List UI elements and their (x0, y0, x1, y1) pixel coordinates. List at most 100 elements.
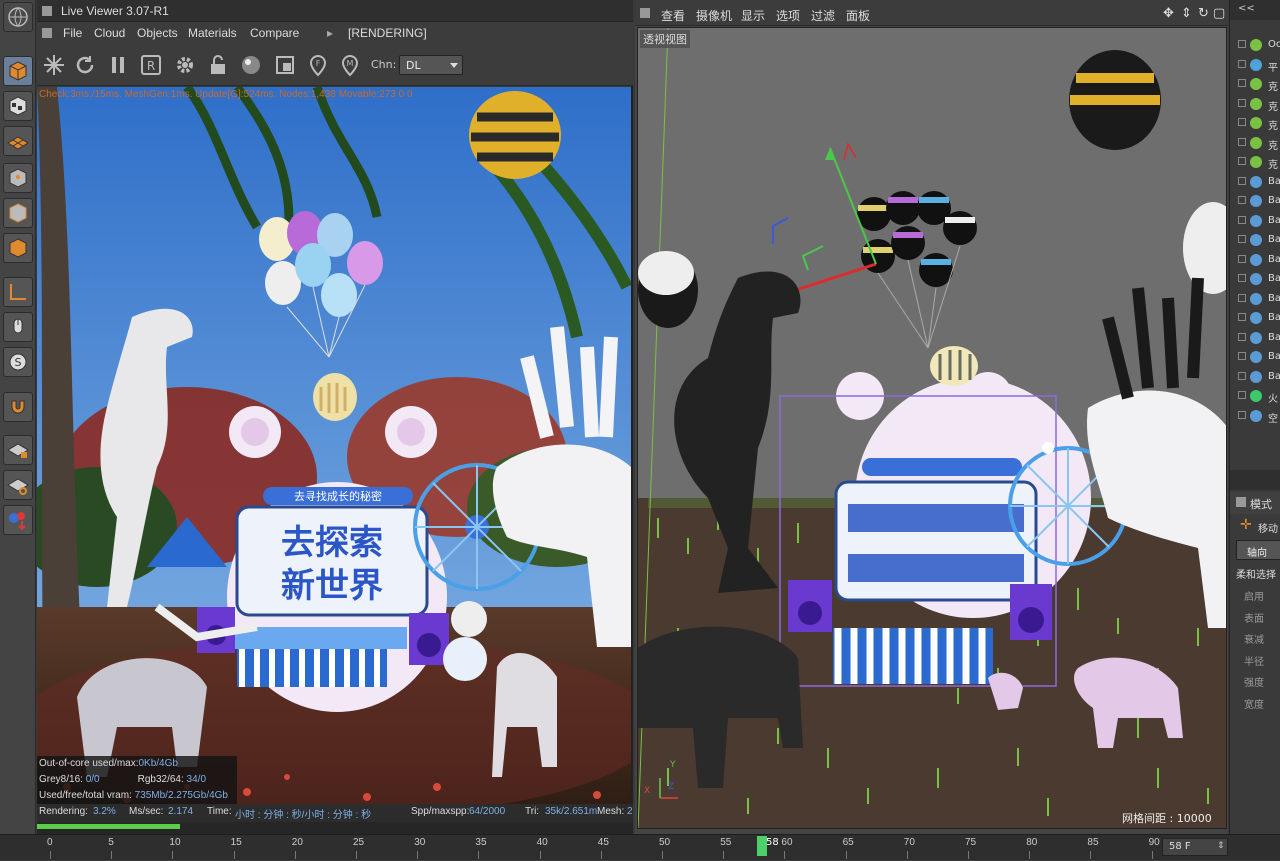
focus-picker-icon[interactable]: F (305, 52, 331, 78)
expand-toggle-icon[interactable] (1238, 332, 1246, 341)
object-type-icon (1250, 331, 1262, 344)
move-icon[interactable]: ✥ (1163, 6, 1174, 21)
object-type-icon (1250, 136, 1262, 149)
object-row[interactable]: 克 (1230, 134, 1280, 153)
rotate-icon[interactable]: ↻ (1198, 6, 1209, 21)
expand-toggle-icon[interactable] (1238, 235, 1246, 243)
settings-gear-icon[interactable] (172, 52, 198, 78)
vp-menu-camera[interactable]: 摄像机 (696, 7, 732, 24)
menu-more-arrow[interactable]: ▸ (327, 26, 333, 40)
object-row[interactable]: 克 (1230, 75, 1280, 94)
magnet-icon[interactable] (3, 392, 33, 422)
axis-tab[interactable]: 轴向 (1236, 540, 1280, 560)
timeline-tick-label: 0 (47, 837, 53, 848)
expand-toggle-icon[interactable] (1238, 391, 1246, 399)
expand-toggle-icon[interactable] (1238, 313, 1246, 321)
lock-icon[interactable] (205, 52, 231, 78)
frame-stepper-icon[interactable]: ⇕ (1217, 841, 1225, 851)
object-type-icon (1250, 214, 1262, 227)
region-icon[interactable]: R (138, 52, 164, 78)
object-row[interactable]: Ba (1230, 329, 1280, 348)
expand-toggle-icon[interactable] (1238, 40, 1246, 48)
object-row[interactable]: Ba (1230, 348, 1280, 367)
snap-icon[interactable]: S (3, 347, 33, 377)
expand-toggle-icon[interactable] (1238, 293, 1246, 302)
expand-toggle-icon[interactable] (1238, 59, 1246, 68)
render-image: 去寻找成长的秘密 去探索 新世界 (37, 87, 631, 820)
expand-toggle-icon[interactable] (1238, 176, 1246, 185)
expand-toggle-icon[interactable] (1238, 254, 1246, 263)
object-type-icon (1250, 97, 1262, 110)
clay-mode-icon[interactable] (272, 52, 298, 78)
grid-rotate-icon[interactable] (3, 470, 33, 500)
axis-icon[interactable] (3, 277, 33, 307)
menu-file[interactable]: File (63, 26, 82, 40)
object-row[interactable]: Ba (1230, 192, 1280, 211)
points-mode-icon[interactable] (3, 163, 33, 193)
expand-toggle-icon[interactable] (1238, 274, 1246, 282)
tweak-mouse-icon[interactable] (3, 312, 33, 342)
workplane-icon[interactable] (3, 126, 33, 156)
zoom-icon[interactable]: ⇕ (1181, 6, 1192, 21)
object-row[interactable]: 克 (1230, 114, 1280, 133)
vp-menu-display[interactable]: 显示 (741, 7, 765, 24)
object-row[interactable]: Ba (1230, 251, 1280, 270)
object-row[interactable]: Ba (1230, 290, 1280, 309)
object-row[interactable]: 火 (1230, 387, 1280, 406)
cinema4d-logo-icon[interactable] (3, 2, 33, 32)
send-scene-icon[interactable] (41, 52, 67, 78)
attributes-mode-label[interactable]: 模式 (1250, 496, 1272, 512)
expand-toggle-icon[interactable] (1238, 410, 1246, 419)
material-picker-icon[interactable]: M (337, 52, 363, 78)
timeline[interactable]: 0 5 10 15 20 25 30 35 40 45 50 55 60 65 70 75 80 85 90 58 … (0, 834, 1280, 860)
expand-toggle-icon[interactable] (1238, 137, 1246, 146)
material-ball-icon[interactable] (238, 52, 264, 78)
edges-mode-icon[interactable] (3, 198, 33, 228)
polygons-mode-icon[interactable] (3, 233, 33, 263)
expand-toggle-icon[interactable] (1238, 215, 1246, 224)
object-row[interactable]: 空 (1230, 407, 1280, 426)
menu-materials[interactable]: Materials (188, 26, 237, 40)
object-row-label: Ba (1268, 273, 1280, 284)
expand-toggle-icon[interactable] (1238, 157, 1246, 165)
object-row-label: 平 (1268, 62, 1278, 74)
viewport-canvas[interactable]: 透视视图 X Y Z 网格间距 : 10000 cm (637, 27, 1227, 829)
menu-compare[interactable]: Compare (250, 26, 299, 40)
object-row[interactable]: 克 (1230, 153, 1280, 172)
frame-field[interactable]: 58 F ⇕ (1162, 838, 1228, 856)
object-row[interactable]: Ba (1230, 270, 1280, 289)
object-row[interactable]: Oc (1230, 36, 1280, 55)
expand-toggle-icon[interactable] (1238, 98, 1246, 107)
object-row[interactable]: 克 (1230, 95, 1280, 114)
timeline-tick-mark (356, 851, 357, 859)
object-row[interactable]: Ba (1230, 309, 1280, 328)
menu-cloud[interactable]: Cloud (94, 26, 125, 40)
object-type-icon (1250, 273, 1262, 285)
pause-icon[interactable] (105, 52, 131, 78)
vp-menu-options[interactable]: 选项 (776, 7, 800, 24)
collapse-arrows[interactable]: << (1238, 3, 1255, 14)
expand-toggle-icon[interactable] (1238, 352, 1246, 360)
window-menu-icon[interactable] (42, 6, 52, 16)
object-row[interactable]: 平 (1230, 56, 1280, 75)
object-row[interactable]: Ba (1230, 173, 1280, 192)
vp-menu-filter[interactable]: 过滤 (811, 7, 835, 24)
expand-toggle-icon[interactable] (1238, 118, 1246, 126)
vp-menu-view[interactable]: 查看 (661, 7, 685, 24)
model-mode-icon[interactable] (3, 56, 33, 86)
menu-objects[interactable]: Objects (137, 26, 178, 40)
channel-select[interactable]: DL (399, 55, 463, 75)
expand-toggle-icon[interactable] (1238, 79, 1246, 87)
restart-icon[interactable] (72, 52, 98, 78)
vp-menu-panel[interactable]: 面板 (846, 7, 870, 24)
move-tool-row[interactable]: ✛ 移动 (1230, 516, 1280, 536)
grid-lock-icon[interactable] (3, 435, 33, 465)
texture-mode-icon[interactable] (3, 91, 33, 121)
object-row[interactable]: Ba (1230, 212, 1280, 231)
dynamics-icon[interactable] (3, 505, 33, 535)
object-row[interactable]: Ba (1230, 231, 1280, 250)
object-row[interactable]: Ba (1230, 368, 1280, 387)
maximize-icon[interactable]: ▢ (1213, 6, 1225, 21)
expand-toggle-icon[interactable] (1238, 371, 1246, 380)
expand-toggle-icon[interactable] (1238, 196, 1246, 204)
